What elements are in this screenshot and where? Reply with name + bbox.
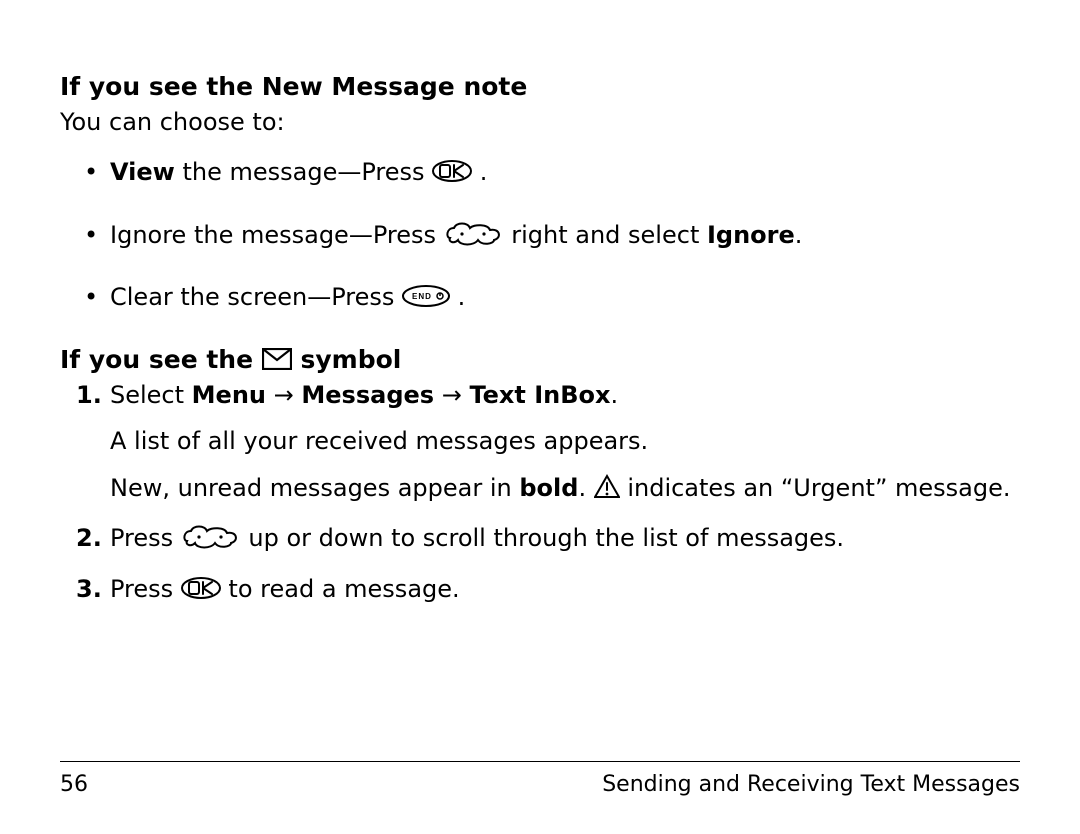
heading-symbol: If you see the symbol bbox=[60, 343, 1020, 377]
s1-pre: Select bbox=[110, 381, 192, 409]
bullet1-post: . bbox=[472, 158, 487, 186]
s1-line2: A list of all your received messages app… bbox=[110, 425, 1020, 457]
s1-line3-pre: New, unread messages appear in bbox=[110, 474, 519, 502]
bullet3-pre: Clear the screen—Press bbox=[110, 283, 402, 311]
bullet2-bold: Ignore bbox=[707, 221, 795, 249]
end-key-icon bbox=[402, 285, 450, 307]
list-item: Ignore the message—Press right and selec… bbox=[110, 219, 1020, 251]
s2-post: up or down to scroll through the list of… bbox=[241, 524, 844, 552]
footer-rule bbox=[60, 761, 1020, 762]
heading-new-message: If you see the New Message note bbox=[60, 70, 1020, 104]
s3-post: to read a message. bbox=[221, 575, 460, 603]
bullet2-mid: right and select bbox=[504, 221, 707, 249]
nav-key-icon bbox=[181, 523, 241, 551]
envelope-icon bbox=[262, 348, 292, 370]
list-item: Clear the screen—Press . bbox=[110, 281, 1020, 313]
bullet3-post: . bbox=[450, 283, 465, 311]
bullet1-rest: the message—Press bbox=[175, 158, 432, 186]
s1-line3-mid: . bbox=[578, 474, 593, 502]
s1-menu1: Menu bbox=[192, 381, 266, 409]
page-number: 56 bbox=[60, 770, 88, 800]
s1-line3-bold: bold bbox=[519, 474, 578, 502]
steps-list: Select Menu → Messages → Text InBox. A l… bbox=[60, 379, 1020, 605]
ok-key-icon bbox=[432, 160, 472, 182]
s1-arrow2: → bbox=[434, 381, 469, 409]
nav-key-icon bbox=[444, 220, 504, 248]
list-item: Select Menu → Messages → Text InBox. A l… bbox=[110, 379, 1020, 504]
page-footer: 56 Sending and Receiving Text Messages bbox=[60, 761, 1020, 800]
heading2-pre: If you see the bbox=[60, 345, 262, 374]
heading2-post: symbol bbox=[292, 345, 402, 374]
list-item: Press to read a message. bbox=[110, 573, 1020, 605]
warning-icon bbox=[594, 474, 620, 499]
s3-pre: Press bbox=[110, 575, 181, 603]
s1-menu3: Text InBox bbox=[469, 381, 610, 409]
s1-arrow1: → bbox=[266, 381, 301, 409]
s1-end: . bbox=[610, 381, 618, 409]
bullet2-end: . bbox=[795, 221, 803, 249]
s1-menu2: Messages bbox=[301, 381, 434, 409]
s1-line3: New, unread messages appear in bold. ind… bbox=[110, 472, 1020, 504]
options-list: View the message—Press . Ignore the mess… bbox=[60, 156, 1020, 313]
ok-key-icon bbox=[181, 577, 221, 599]
bullet1-bold: View bbox=[110, 158, 175, 186]
s1-line3-post: indicates an “Urgent” message. bbox=[620, 474, 1011, 502]
s2-pre: Press bbox=[110, 524, 181, 552]
footer-title: Sending and Receiving Text Messages bbox=[602, 770, 1020, 800]
intro-text: You can choose to: bbox=[60, 106, 1020, 138]
list-item: Press up or down to scroll through the l… bbox=[110, 522, 1020, 554]
bullet2-pre: Ignore the message—Press bbox=[110, 221, 444, 249]
list-item: View the message—Press . bbox=[110, 156, 1020, 188]
